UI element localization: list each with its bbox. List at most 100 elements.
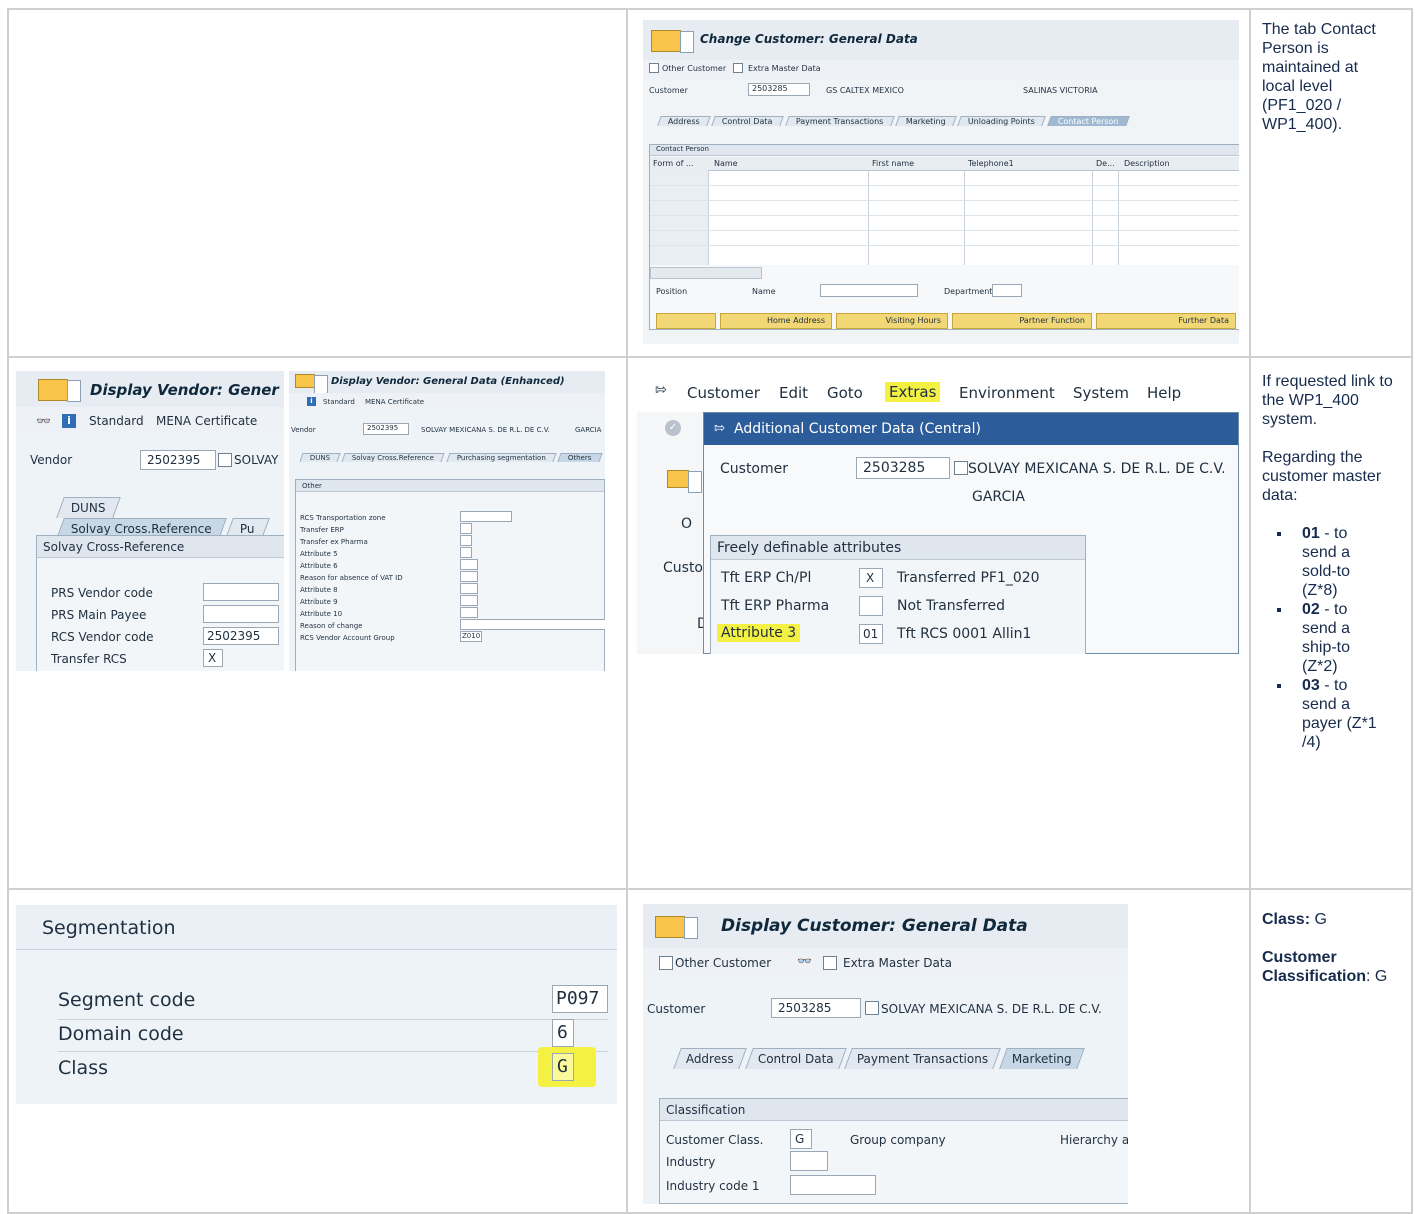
tab-contact-person[interactable]: Contact Person bbox=[1046, 116, 1129, 126]
reason-absence-vat-field[interactable] bbox=[460, 571, 478, 582]
rcs-vendor-account-group-field[interactable]: Z010 bbox=[460, 631, 482, 642]
col-description[interactable]: Description bbox=[1124, 159, 1170, 168]
info-icon[interactable]: i bbox=[307, 397, 316, 406]
extra-master-data-icon[interactable] bbox=[733, 63, 743, 73]
rcs-transportation-zone-field[interactable] bbox=[460, 511, 512, 522]
tab-payment-transactions[interactable]: Payment Transactions bbox=[784, 116, 894, 126]
transfer-erp-field[interactable] bbox=[460, 523, 472, 534]
standard-button[interactable]: Standard bbox=[89, 414, 144, 428]
class-field[interactable]: G bbox=[552, 1053, 574, 1081]
other-customer-button[interactable]: Other Customer bbox=[675, 956, 771, 970]
tab-unloading-points[interactable]: Unloading Points bbox=[957, 116, 1046, 126]
tab-solvay-cross-reference[interactable]: Solvay Cross.Reference bbox=[341, 453, 446, 462]
field-label: Attribute 8 bbox=[300, 586, 338, 594]
transfer-ex-pharma-field[interactable] bbox=[460, 535, 472, 546]
visiting-hours-button[interactable]: Visiting Hours bbox=[836, 313, 948, 329]
col-telephone[interactable]: Telephone1 bbox=[968, 159, 1014, 168]
check-icon[interactable]: ✓ bbox=[665, 420, 681, 436]
home-address-button[interactable]: Home Address bbox=[720, 313, 832, 329]
industry-field[interactable] bbox=[790, 1151, 828, 1171]
tab-duns[interactable]: DUNS bbox=[56, 497, 121, 518]
attribute-6-field[interactable] bbox=[460, 559, 478, 570]
note-contact-person: The tab Contact Person is maintained at … bbox=[1262, 20, 1392, 134]
group-title: Contact Person bbox=[656, 145, 709, 153]
menu-help[interactable]: Help bbox=[1147, 384, 1181, 402]
tft-erp-chpl-field[interactable]: X bbox=[859, 568, 883, 588]
col-department[interactable]: De... bbox=[1096, 159, 1115, 168]
horizontal-scrollbar[interactable] bbox=[650, 267, 762, 279]
customer-class-field[interactable]: G bbox=[790, 1129, 812, 1149]
name-label: Name bbox=[752, 287, 776, 296]
extra-master-data-button[interactable]: Extra Master Data bbox=[843, 956, 952, 970]
customer-label: Customer bbox=[647, 1002, 706, 1016]
vendor-label: Vendor bbox=[30, 453, 73, 467]
info-icon[interactable]: i bbox=[62, 414, 76, 428]
domain-code-field[interactable]: 6 bbox=[552, 1019, 574, 1047]
menu-environment[interactable]: Environment bbox=[959, 384, 1055, 402]
menu-goto[interactable]: Goto bbox=[827, 384, 863, 402]
extra-master-data-icon[interactable] bbox=[823, 956, 837, 970]
tab-control-data[interactable]: Control Data bbox=[711, 116, 784, 126]
extra-master-data-button[interactable]: Extra Master Data bbox=[748, 64, 821, 73]
exit-icon[interactable]: ⇰ bbox=[655, 382, 667, 398]
rcs-vendor-code-field[interactable]: 2502395 bbox=[203, 627, 279, 645]
segment-code-field[interactable]: P097 bbox=[552, 985, 608, 1013]
attribute-9-field[interactable] bbox=[460, 595, 478, 606]
tft-erp-pharma-field[interactable] bbox=[859, 596, 883, 616]
reason-of-change-field[interactable] bbox=[460, 619, 605, 630]
customer-number-field[interactable]: 2503285 bbox=[856, 457, 950, 479]
standard-button[interactable]: Standard bbox=[323, 398, 355, 406]
note-paragraph: If requested link to the WP1_400 system. bbox=[1262, 373, 1393, 428]
attribute-10-field[interactable] bbox=[460, 607, 478, 618]
note-text: The tab Contact Person is maintained at … bbox=[1262, 21, 1376, 133]
mena-certificate-button[interactable]: MENA Certificate bbox=[365, 398, 424, 406]
other-customer-icon[interactable] bbox=[649, 63, 659, 73]
tab-purchasing-segmentation[interactable]: Purchasing segmentation bbox=[446, 453, 557, 462]
menu-extras[interactable]: Extras bbox=[885, 382, 941, 402]
vendor-number-field[interactable]: 2502395 bbox=[363, 423, 409, 435]
prs-main-payee-field[interactable] bbox=[203, 605, 279, 623]
partner-function-button[interactable]: Partner Function bbox=[952, 313, 1092, 329]
attribute-label: Tft ERP Pharma bbox=[721, 598, 830, 614]
attribute-description: Transferred PF1_020 bbox=[897, 570, 1040, 586]
menu-system[interactable]: System bbox=[1073, 384, 1129, 402]
mena-certificate-button[interactable]: MENA Certificate bbox=[156, 414, 257, 428]
glasses-icon[interactable]: 👓 bbox=[36, 414, 51, 428]
transfer-rcs-field[interactable]: X bbox=[203, 649, 223, 667]
vendor-number-field[interactable]: 2502395 bbox=[140, 450, 216, 470]
tab-others[interactable]: Others bbox=[557, 453, 603, 462]
tab-duns[interactable]: DUNS bbox=[299, 453, 341, 462]
prs-vendor-code-field[interactable] bbox=[203, 583, 279, 601]
other-customer-button[interactable]: Other Customer bbox=[662, 64, 726, 73]
other-customer-icon[interactable] bbox=[659, 956, 673, 970]
tab-address[interactable]: Address bbox=[657, 116, 711, 126]
glasses-icon[interactable]: 👓 bbox=[797, 954, 812, 968]
tab-address[interactable]: Address bbox=[673, 1048, 747, 1069]
field-label: Segment code bbox=[58, 989, 196, 1011]
menu-customer[interactable]: Customer bbox=[687, 384, 760, 402]
department-field[interactable] bbox=[992, 284, 1022, 297]
col-first-name[interactable]: First name bbox=[872, 159, 914, 168]
further-data-button[interactable]: Further Data bbox=[1096, 313, 1236, 329]
copy-icon[interactable] bbox=[954, 461, 968, 475]
tab-marketing[interactable]: Marketing bbox=[894, 116, 957, 126]
customer-number-field[interactable]: 2503285 bbox=[748, 83, 810, 96]
col-name[interactable]: Name bbox=[714, 159, 738, 168]
col-form-of[interactable]: Form of ... bbox=[653, 159, 694, 168]
tab-payment-transactions[interactable]: Payment Transactions bbox=[844, 1048, 1002, 1069]
attribute-5-field[interactable] bbox=[460, 547, 472, 558]
attribute-3-field[interactable]: 01 bbox=[859, 624, 883, 644]
menu-edit[interactable]: Edit bbox=[779, 384, 808, 402]
customer-number-field[interactable]: 2503285 bbox=[771, 998, 861, 1018]
copy-icon[interactable] bbox=[218, 453, 232, 467]
attribute-8-field[interactable] bbox=[460, 583, 478, 594]
vendor-city: GARCIA bbox=[575, 426, 602, 434]
copy-icon[interactable] bbox=[865, 1001, 879, 1015]
name-field[interactable] bbox=[820, 284, 918, 297]
background-fragment: O bbox=[681, 516, 693, 532]
tab-marketing[interactable]: Marketing bbox=[999, 1048, 1086, 1069]
industry-code-1-field[interactable] bbox=[790, 1175, 876, 1195]
tab-control-data[interactable]: Control Data bbox=[744, 1048, 847, 1069]
field-label: RCS Transportation zone bbox=[300, 514, 386, 522]
other-group: Other RCS Transportation zone Transfer E… bbox=[295, 479, 605, 671]
